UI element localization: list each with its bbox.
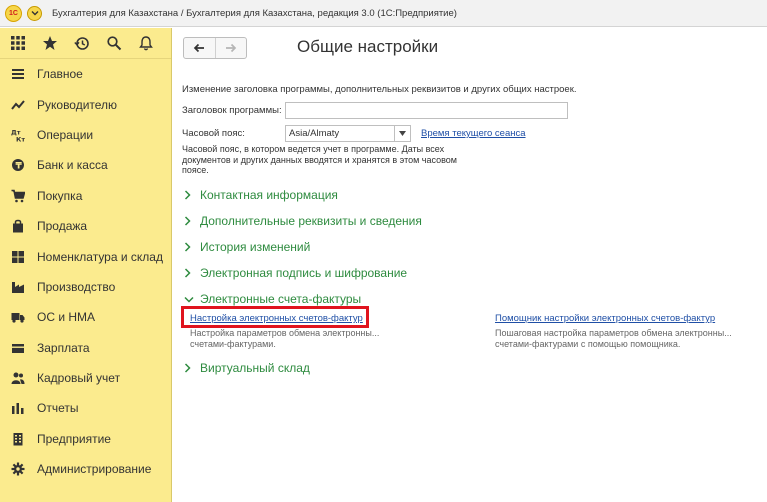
sidebar-item-operations[interactable]: Дт Кт Операции (0, 120, 171, 150)
section-label: Дополнительные реквизиты и сведения (200, 214, 422, 228)
sidebar-item-label: Зарплата (37, 340, 90, 355)
einvoice-settings-desc: Настройка параметров обмена электронны..… (190, 328, 379, 349)
building-icon (10, 431, 26, 447)
section-label: Электронная подпись и шифрование (200, 266, 408, 280)
hamburger-icon (10, 66, 26, 82)
timezone-note: Часовой пояс, в котором ведется учет в п… (182, 144, 457, 175)
einvoice-settings-desc-line2: счетами-фактурами. (190, 338, 276, 349)
svg-text:Кт: Кт (16, 135, 25, 142)
sidebar: Главное Руководителю Дт Кт Операции ₸ Бан… (0, 28, 172, 502)
section-e-invoices[interactable]: Электронные счета-фактуры (184, 292, 361, 306)
sidebar-item-nomenclature[interactable]: Номенклатура и склад (0, 241, 171, 271)
factory-icon (10, 279, 26, 295)
section-contact-info[interactable]: Контактная информация (184, 188, 338, 202)
einvoice-wizard-desc: Пошаговая настройка параметров обмена эл… (495, 328, 732, 349)
timezone-label: Часовой пояс: (182, 128, 245, 139)
people-icon (10, 370, 26, 386)
bar-chart-icon (10, 400, 26, 416)
sidebar-item-reports[interactable]: Отчеты (0, 393, 171, 423)
main-menu-button[interactable] (27, 5, 42, 21)
sidebar-item-label: ОС и НМА (37, 310, 96, 325)
sidebar-item-label: Руководителю (37, 97, 118, 112)
sidebar-item-fixed-assets[interactable]: ОС и НМА (0, 302, 171, 332)
main-content: Общие настройки Изменение заголовка прог… (173, 28, 767, 502)
section-change-history[interactable]: История изменений (184, 240, 310, 254)
chevron-right-icon (184, 215, 194, 227)
red-highlight-box (181, 306, 369, 328)
dt-kt-icon: Дт Кт (10, 127, 26, 143)
section-additional-attributes[interactable]: Дополнительные реквизиты и сведения (184, 214, 422, 228)
session-time-link[interactable]: Время текущего сеанса (421, 128, 526, 139)
sidebar-item-manager[interactable]: Руководителю (0, 89, 171, 119)
sidebar-toolbar (0, 28, 171, 59)
chevron-right-icon (184, 189, 194, 201)
section-label: История изменений (200, 240, 311, 254)
triangle-down-icon (399, 131, 406, 136)
title-bar: 1С Бухгалтерия для Казахстана / Бухгалте… (0, 0, 767, 27)
section-virtual-warehouse[interactable]: Виртуальный склад (184, 361, 310, 375)
sidebar-item-bank[interactable]: ₸ Банк и касса (0, 150, 171, 180)
sidebar-item-label: Администрирование (37, 462, 152, 477)
sidebar-item-main[interactable]: Главное (0, 59, 171, 89)
page-description: Изменение заголовка программы, дополните… (182, 84, 577, 95)
einvoice-wizard-desc-line1: Пошаговая настройка параметров обмена эл… (495, 328, 732, 338)
coin-icon: ₸ (10, 157, 26, 173)
chevron-down-icon (31, 11, 38, 16)
sidebar-item-label: Покупка (37, 188, 83, 203)
apps-grid-icon[interactable] (7, 32, 29, 54)
chevron-down-icon (184, 293, 194, 305)
search-icon[interactable] (103, 32, 125, 54)
history-icon[interactable] (71, 32, 93, 54)
sidebar-item-label: Главное (37, 67, 83, 82)
chevron-right-icon (184, 267, 194, 279)
history-nav (183, 37, 247, 59)
sidebar-item-salary[interactable]: Зарплата (0, 333, 171, 363)
page-title: Общие настройки (297, 37, 439, 56)
sidebar-item-production[interactable]: Производство (0, 272, 171, 302)
window-title: Бухгалтерия для Казахстана / Бухгалтерия… (52, 7, 457, 19)
svg-text:₸: ₸ (16, 162, 23, 172)
program-title-label: Заголовок программы: (182, 105, 282, 116)
arrow-left-icon (194, 43, 205, 53)
einvoice-settings-desc-line1: Настройка параметров обмена электронны..… (190, 328, 380, 338)
timezone-select[interactable]: Asia/Almaty (285, 125, 395, 142)
sidebar-item-sales[interactable]: Продажа (0, 211, 171, 241)
truck-icon (10, 309, 26, 325)
einvoice-wizard-link[interactable]: Помощник настройки электронных счетов-фа… (495, 313, 715, 324)
forward-button[interactable] (214, 38, 246, 58)
chevron-right-icon (184, 362, 194, 374)
section-label: Виртуальный склад (200, 361, 310, 375)
star-icon[interactable] (39, 32, 61, 54)
sidebar-item-label: Отчеты (37, 401, 79, 416)
chevron-right-icon (184, 241, 194, 253)
sidebar-item-enterprise[interactable]: Предприятие (0, 424, 171, 454)
arrow-right-icon (225, 43, 237, 53)
sidebar-item-purchase[interactable]: Покупка (0, 181, 171, 211)
sidebar-item-label: Банк и касса (37, 158, 108, 173)
section-label: Электронные счета-фактуры (200, 292, 362, 306)
bag-icon (10, 218, 26, 234)
back-button[interactable] (184, 38, 215, 58)
sidebar-nav: Главное Руководителю Дт Кт Операции ₸ Бан… (0, 59, 171, 484)
sidebar-item-label: Кадровый учет (37, 371, 121, 386)
sidebar-item-label: Номенклатура и склад (37, 249, 163, 264)
program-title-input[interactable] (285, 102, 568, 119)
section-label: Контактная информация (200, 188, 338, 202)
section-digital-signature[interactable]: Электронная подпись и шифрование (184, 266, 407, 280)
bell-icon[interactable] (135, 32, 157, 54)
sidebar-item-label: Продажа (37, 219, 88, 234)
sidebar-item-label: Операции (37, 127, 94, 142)
1c-logo-icon: 1С (5, 4, 22, 22)
einvoice-wizard-desc-line2: счетами-фактурами с помощью помощника. (495, 338, 681, 349)
trend-chart-icon (10, 97, 26, 113)
sidebar-item-label: Производство (37, 279, 116, 294)
wallet-icon (10, 340, 26, 356)
cart-icon (10, 188, 26, 204)
timezone-dropdown-button[interactable] (394, 125, 411, 142)
sidebar-item-administration[interactable]: Администрирование (0, 454, 171, 484)
sidebar-item-label: Предприятие (37, 431, 111, 446)
grid-icon (10, 249, 26, 265)
sidebar-item-hr[interactable]: Кадровый учет (0, 363, 171, 393)
gear-icon (10, 461, 26, 477)
